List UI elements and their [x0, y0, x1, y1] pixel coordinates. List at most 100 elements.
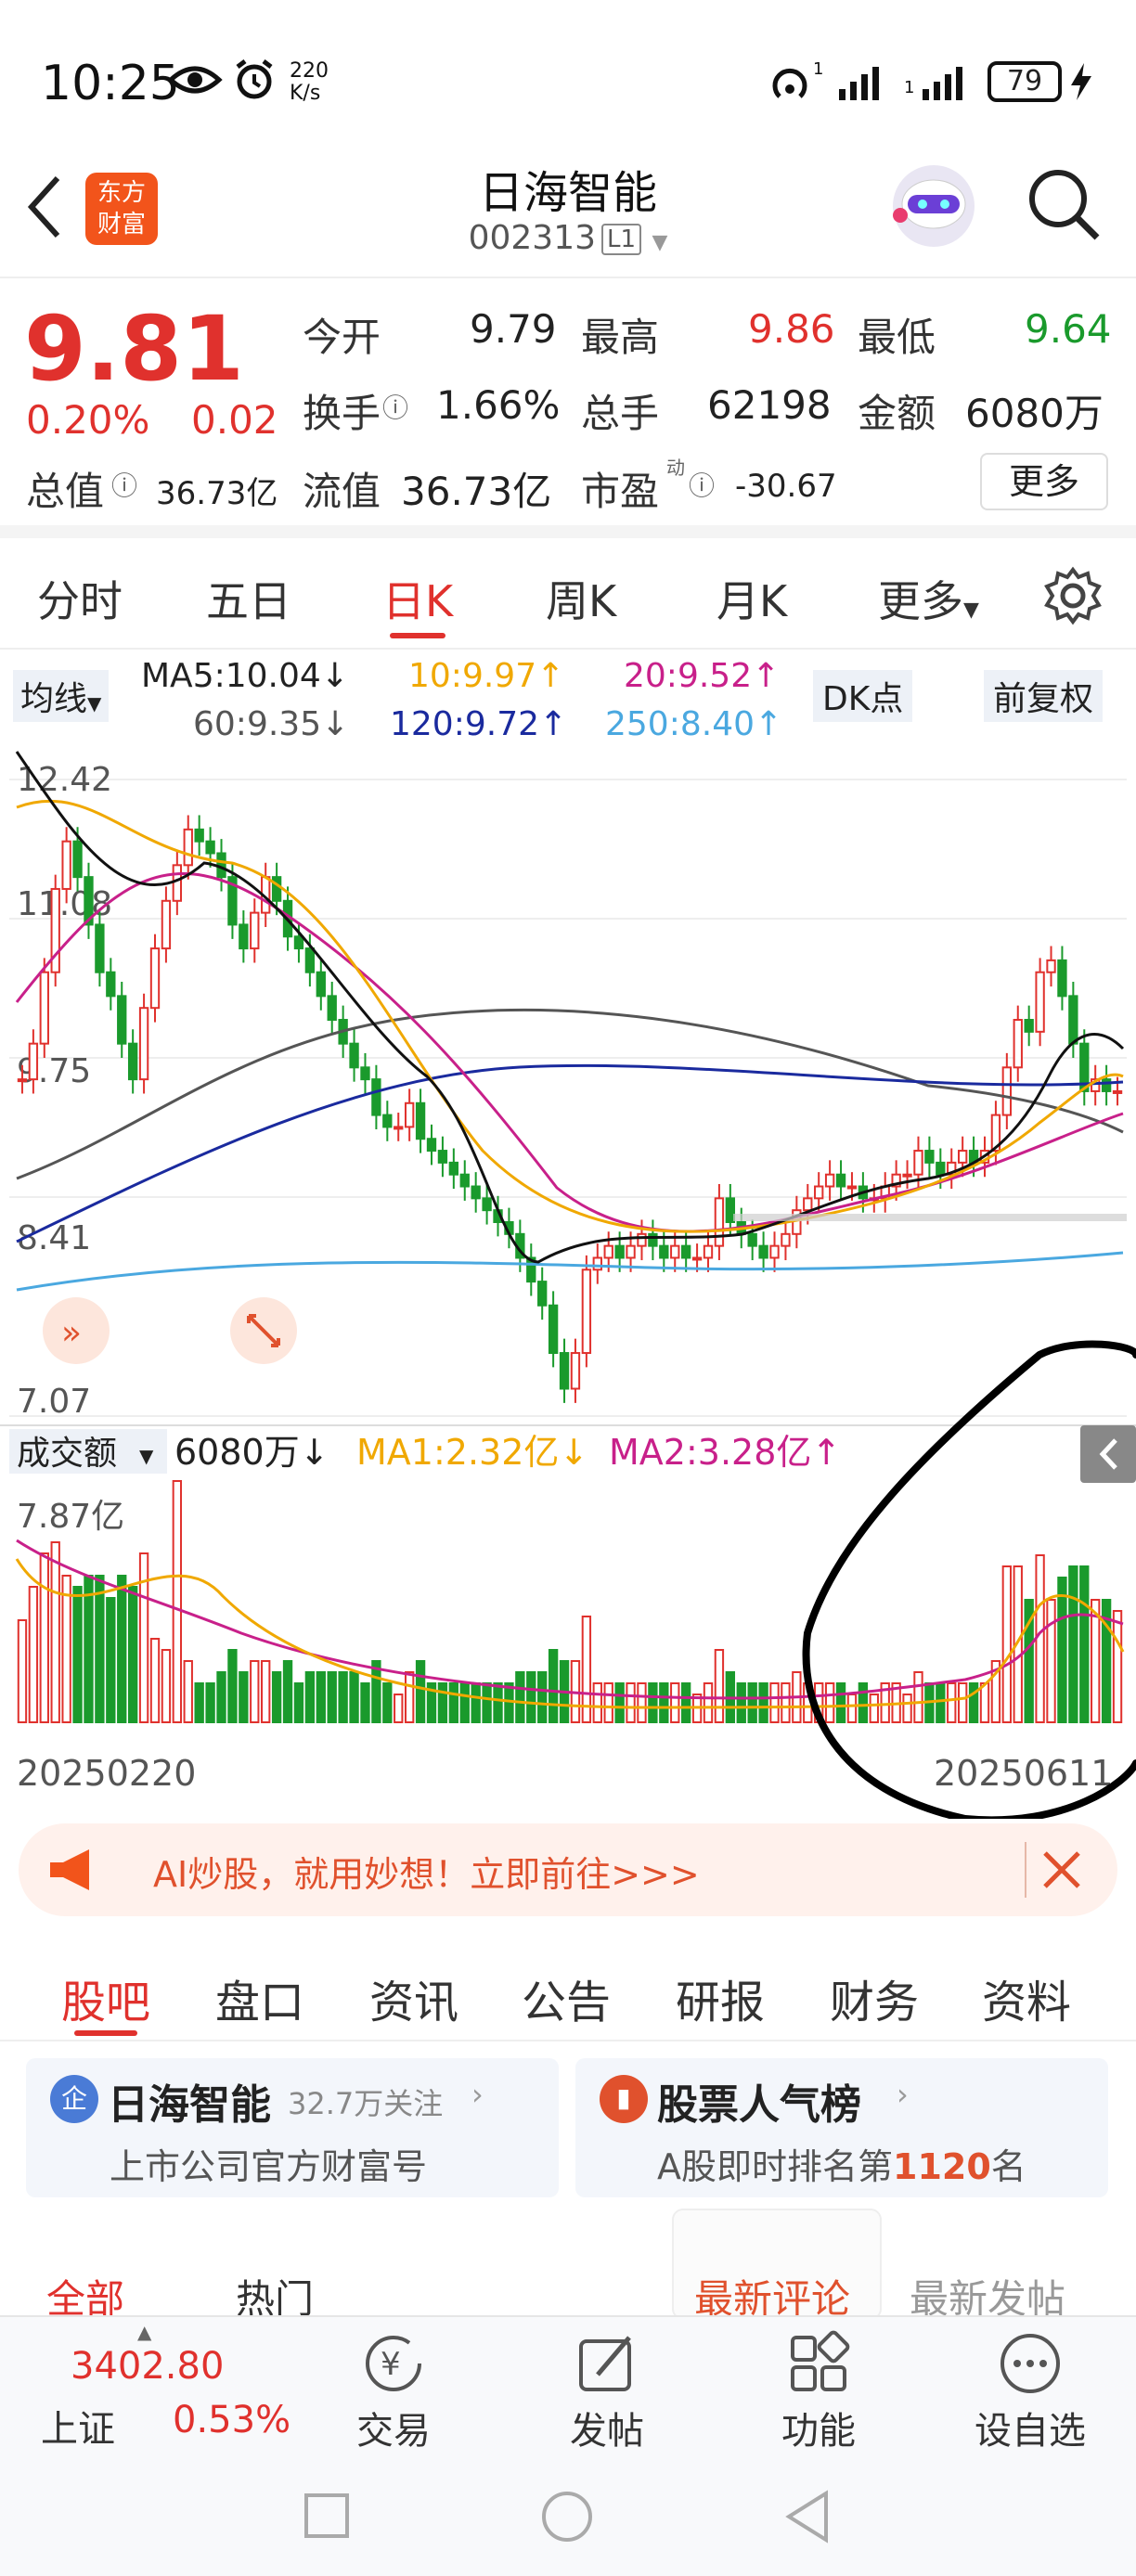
volume-bar	[61, 1575, 71, 1723]
index-value[interactable]: 3402.80	[71, 2345, 224, 2388]
candle-body	[902, 1173, 912, 1178]
recent-apps-icon[interactable]	[303, 2492, 351, 2540]
candle-body	[293, 935, 304, 950]
popularity-card[interactable]: ▮ 股票人气榜 › A股即时排名第1120名	[575, 2058, 1108, 2197]
candle-body	[725, 1197, 736, 1223]
info-icon-3[interactable]: ⓘ	[689, 466, 715, 503]
total-cap-value: 36.73亿	[156, 475, 278, 512]
volume-bar	[39, 1552, 49, 1723]
quote-panel: 9.81 0.20% 0.02 今开 9.79 最高 9.86 最低 9.64 …	[0, 278, 1136, 538]
ma-selector[interactable]: 均线▼	[13, 670, 110, 722]
volume-bar	[1091, 1599, 1101, 1723]
official-account-card[interactable]: 企 日海智能 32.7万关注 › 上市公司官方财富号	[26, 2058, 559, 2197]
gear-icon[interactable]	[1043, 566, 1103, 625]
fullscreen-button[interactable]	[230, 1297, 297, 1364]
collapse-panel-button[interactable]	[1080, 1425, 1136, 1483]
candles	[17, 815, 1123, 1403]
volume-bar	[84, 1575, 94, 1723]
volume-bar	[239, 1671, 249, 1723]
tab-profile[interactable]: 资料	[982, 1965, 1071, 2030]
tab-daily-k[interactable]: 日K	[382, 568, 453, 629]
volume-bar	[404, 1671, 415, 1723]
home-icon[interactable]	[540, 2490, 594, 2544]
tab-five-day[interactable]: 五日	[206, 568, 291, 629]
volume-ma1: MA1:2.32亿↓	[356, 1432, 588, 1473]
tab-guba[interactable]: 股吧	[61, 1965, 150, 2030]
signal-icon-2	[923, 67, 962, 100]
candle-body	[1035, 971, 1045, 1033]
caret-down-icon: ▼	[87, 692, 102, 715]
volume-bar	[947, 1682, 957, 1723]
candle-body	[626, 1244, 636, 1259]
candle-body	[205, 840, 215, 855]
status-bar: 10:25 220 K/s 1 1 79	[0, 0, 1136, 158]
candle-body	[714, 1197, 725, 1247]
svg-text:¥: ¥	[381, 2346, 401, 2383]
tab-pankou[interactable]: 盘口	[215, 1965, 304, 2030]
candle-body	[404, 1101, 415, 1128]
amount-label: 金额	[858, 391, 936, 436]
tab-monthly-k[interactable]: 月K	[716, 568, 787, 629]
tab-weekly-k[interactable]: 周K	[546, 568, 616, 629]
candle-body	[603, 1244, 613, 1259]
volume-bar	[28, 1586, 39, 1723]
trade-icon[interactable]: ¥	[360, 2330, 427, 2397]
date-end: 20250611	[934, 1753, 1113, 1794]
y-label-2: 11.08	[17, 885, 112, 923]
tab-research[interactable]: 研报	[676, 1965, 765, 2030]
alarm-icon	[236, 59, 273, 99]
volume-bar	[327, 1671, 337, 1723]
float-cap-value: 36.73亿	[401, 469, 552, 514]
function-grid-icon[interactable]	[785, 2330, 852, 2397]
caret-up-icon: ▲	[137, 2321, 152, 2343]
tab-announcements[interactable]: 公告	[522, 1965, 611, 2030]
kline-chart[interactable]: 12.42 11.08 9.75 8.41 7.07 » 成交额 ▼ 6080万…	[0, 742, 1136, 1819]
speed-top: 220	[290, 59, 329, 83]
candle-body	[39, 971, 49, 1045]
candle-body	[327, 995, 337, 1022]
sim1-label: 1	[813, 59, 824, 79]
volume-bar	[117, 1575, 127, 1723]
robot-avatar-icon[interactable]	[887, 160, 980, 252]
adjust-button[interactable]: 前复权	[984, 670, 1104, 722]
edit-post-icon[interactable]	[574, 2330, 640, 2397]
candle-body	[659, 1244, 669, 1259]
volume-bar	[703, 1682, 714, 1723]
info-tab-indicator	[74, 2030, 137, 2036]
tab-finance[interactable]: 财务	[830, 1965, 919, 2030]
volume-bar	[161, 1649, 172, 1723]
y-label-top: 12.42	[17, 761, 112, 799]
tab-news[interactable]: 资讯	[369, 1965, 458, 2030]
volume-value: 62198	[707, 382, 832, 428]
candle-body	[758, 1244, 768, 1259]
expand-right-button[interactable]: »	[43, 1297, 110, 1364]
nav-trade[interactable]: 交易	[319, 2401, 468, 2454]
dk-point-button[interactable]: DK点	[813, 670, 913, 722]
nav-post[interactable]: 发帖	[533, 2401, 681, 2454]
candle-body	[482, 1197, 492, 1212]
info-icon-2[interactable]: ⓘ	[111, 466, 137, 503]
back-icon[interactable]	[783, 2490, 832, 2544]
nav-add-watchlist[interactable]: 设自选	[956, 2401, 1104, 2454]
volume-bar	[493, 1682, 503, 1723]
volume-bar	[282, 1660, 293, 1723]
low-label: 最低	[858, 315, 936, 360]
tab-more[interactable]: 更多▼	[878, 568, 979, 629]
search-icon[interactable]	[1025, 165, 1103, 243]
candle-body	[250, 911, 260, 950]
candle-body	[448, 1161, 459, 1176]
double-chevron-icon: »	[61, 1314, 82, 1352]
info-icon[interactable]: ⓘ	[382, 388, 408, 425]
ad-banner[interactable]: AI炒股，就用妙想！立即前往>>>	[19, 1823, 1117, 1916]
more-button[interactable]: 更多	[980, 453, 1108, 510]
candle-body	[824, 1173, 835, 1188]
candle-body	[1068, 995, 1078, 1045]
tab-intraday[interactable]: 分时	[37, 568, 123, 629]
close-icon[interactable]	[1039, 1848, 1084, 1892]
ma250-label: 250:8.40↑	[605, 705, 783, 743]
more-dots-icon[interactable]	[997, 2330, 1064, 2397]
volume-bar	[968, 1682, 979, 1723]
volume-bar	[349, 1671, 359, 1723]
candle-body	[570, 1352, 581, 1390]
nav-function[interactable]: 功能	[744, 2401, 893, 2454]
